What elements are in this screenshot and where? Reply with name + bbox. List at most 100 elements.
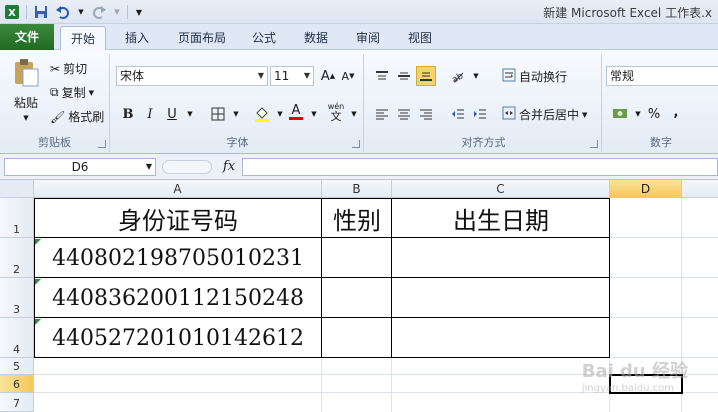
row-header-6[interactable]: 6 (0, 375, 34, 393)
underline-dropdown-icon[interactable]: ▼ (180, 104, 200, 124)
row-header-7[interactable]: 7 (0, 393, 34, 412)
shrink-font-icon[interactable]: A ▼ (338, 66, 358, 86)
number-group: 常规 ▼ % , 数字 (604, 54, 718, 152)
row-header-4[interactable]: 4 (0, 318, 34, 358)
font-label: 字体 (226, 136, 249, 149)
undo-icon[interactable] (55, 4, 71, 20)
align-left-icon[interactable] (372, 104, 392, 124)
save-icon[interactable] (33, 4, 49, 20)
font-group: 宋体 ▼ 11 ▼ A ▲ A ▼ B I U ▼ ▼ ▼ A ▼ wén 文 ▼ 字体 (112, 54, 364, 152)
row-header-5[interactable]: 5 (0, 358, 34, 375)
column-header-c[interactable]: C (392, 180, 610, 198)
select-all-button[interactable] (0, 180, 34, 198)
comma-button[interactable]: , (666, 102, 686, 122)
tab-review[interactable]: 审阅 (348, 26, 388, 50)
column-header-d[interactable]: D (610, 180, 682, 198)
phonetic-dropdown-icon[interactable]: ▼ (344, 104, 364, 124)
formula-bar-resize-handle[interactable] (162, 160, 212, 174)
grow-font-icon[interactable]: A ▲ (318, 66, 338, 86)
alignment-label: 对齐方式 (461, 136, 506, 149)
align-top-icon[interactable] (372, 66, 392, 86)
format-painter-button[interactable]: 🖌 格式刷 (50, 108, 104, 125)
worksheet-grid[interactable]: A B C D 1 2 3 4 5 6 7 身份证号码 性别 出生日期 4408… (0, 180, 718, 412)
copy-button[interactable]: ⧉ 复制 ▼ (50, 84, 94, 101)
window-title: 新建 Microsoft Excel 工作表.x (543, 6, 712, 20)
formula-input[interactable] (242, 158, 718, 176)
accounting-format-icon[interactable] (610, 104, 630, 124)
excel-icon: X (4, 4, 20, 20)
redo-dropdown-icon[interactable]: ▼ (113, 4, 121, 20)
paste-icon (12, 58, 40, 91)
font-launcher-icon[interactable] (352, 140, 360, 148)
decrease-indent-icon[interactable] (448, 104, 468, 124)
font-size-select[interactable]: 11 ▼ (270, 66, 314, 86)
tab-insert[interactable]: 插入 (114, 26, 160, 50)
undo-dropdown-icon[interactable]: ▼ (77, 4, 85, 20)
redo-icon[interactable] (91, 4, 107, 20)
align-bottom-icon[interactable] (416, 66, 436, 86)
font-color-dropdown-icon[interactable]: ▼ (304, 104, 324, 124)
merge-dropdown-icon: ▼ (582, 110, 588, 119)
bold-button[interactable]: B (118, 104, 138, 124)
orientation-dropdown-icon[interactable]: ▼ (466, 66, 486, 86)
paste-dropdown-icon: ▼ (23, 114, 29, 122)
watermark: Bai du 经验 jingyan.baidu.com (581, 361, 688, 394)
fill-color-icon[interactable] (252, 104, 272, 124)
alignment-group: ab ▼ 自动换行 合并后居中 ▼ 对齐方式 (366, 54, 602, 152)
column-header-e[interactable] (682, 180, 718, 198)
font-color-icon[interactable]: A (286, 102, 306, 122)
tab-home[interactable]: 开始 (60, 26, 106, 50)
cell-c1[interactable]: 出生日期 (392, 198, 610, 238)
row-header-3[interactable]: 3 (0, 278, 34, 318)
clipboard-group: 粘贴 ▼ ✂ 剪切 ⧉ 复制 ▼ 🖌 格式刷 剪贴板 (0, 54, 110, 152)
cell-a2[interactable]: 440802198705010231 (34, 238, 322, 278)
borders-dropdown-icon[interactable]: ▼ (226, 104, 246, 124)
brush-icon: 🖌 (50, 109, 66, 124)
svg-text:ab: ab (450, 71, 465, 83)
phonetic-icon[interactable]: wén 文 (326, 102, 346, 122)
quick-access-toolbar: X ▼ ▼ ▼ (4, 3, 144, 21)
copy-icon: ⧉ (50, 85, 59, 99)
clipboard-label: 剪贴板 (38, 136, 71, 149)
clipboard-launcher-icon[interactable] (98, 140, 106, 148)
cell-a4[interactable]: 440527201010142612 (34, 318, 322, 358)
tab-file[interactable]: 文件 (0, 24, 54, 50)
ribbon-tabs: 文件 开始 插入 页面布局 公式 数据 审阅 视图 (0, 24, 718, 50)
number-format-select[interactable]: 常规 (606, 66, 718, 86)
name-box[interactable]: D6 ▼ (4, 158, 156, 176)
borders-icon[interactable] (208, 104, 228, 124)
underline-button[interactable]: U (162, 104, 182, 124)
tab-view[interactable]: 视图 (400, 26, 440, 50)
orientation-icon[interactable]: ab (448, 66, 468, 86)
tab-data[interactable]: 数据 (296, 26, 336, 50)
row-header-1[interactable]: 1 (0, 198, 34, 238)
align-right-icon[interactable] (416, 104, 436, 124)
tab-formulas[interactable]: 公式 (244, 26, 284, 50)
title-bar: X ▼ ▼ ▼ 新建 Microsoft Excel 工作表.x (0, 0, 718, 24)
cell-a1[interactable]: 身份证号码 (34, 198, 322, 238)
cell-a3[interactable]: 440836200112150248 (34, 278, 322, 318)
tab-page-layout[interactable]: 页面布局 (168, 26, 236, 50)
merge-center-button[interactable]: 合并后居中 ▼ (502, 106, 587, 123)
italic-button[interactable]: I (140, 104, 160, 124)
merge-icon (502, 106, 516, 123)
row-header-2[interactable]: 2 (0, 238, 34, 278)
percent-button[interactable]: % (644, 104, 664, 124)
svg-text:X: X (8, 8, 16, 19)
insert-function-icon[interactable]: fx (218, 158, 240, 176)
customize-qat-icon[interactable]: ▼ (134, 4, 144, 20)
increase-indent-icon[interactable] (470, 104, 490, 124)
formula-bar: D6 ▼ fx (0, 154, 718, 180)
column-header-b[interactable]: B (322, 180, 392, 198)
cut-button[interactable]: ✂ 剪切 (50, 60, 87, 77)
align-middle-icon[interactable] (394, 66, 414, 86)
ribbon: 粘贴 ▼ ✂ 剪切 ⧉ 复制 ▼ 🖌 格式刷 剪贴板 宋体 ▼ 11 ▼ A ▲ A ▼ B I… (0, 50, 718, 154)
scissors-icon: ✂ (50, 61, 61, 76)
align-center-icon[interactable] (394, 104, 414, 124)
alignment-launcher-icon[interactable] (590, 140, 598, 148)
wrap-text-button[interactable]: 自动换行 (502, 68, 567, 85)
font-name-select[interactable]: 宋体 ▼ (116, 66, 268, 86)
paste-button[interactable]: 粘贴 ▼ (6, 58, 46, 122)
column-header-a[interactable]: A (34, 180, 322, 198)
cell-b1[interactable]: 性别 (322, 198, 392, 238)
